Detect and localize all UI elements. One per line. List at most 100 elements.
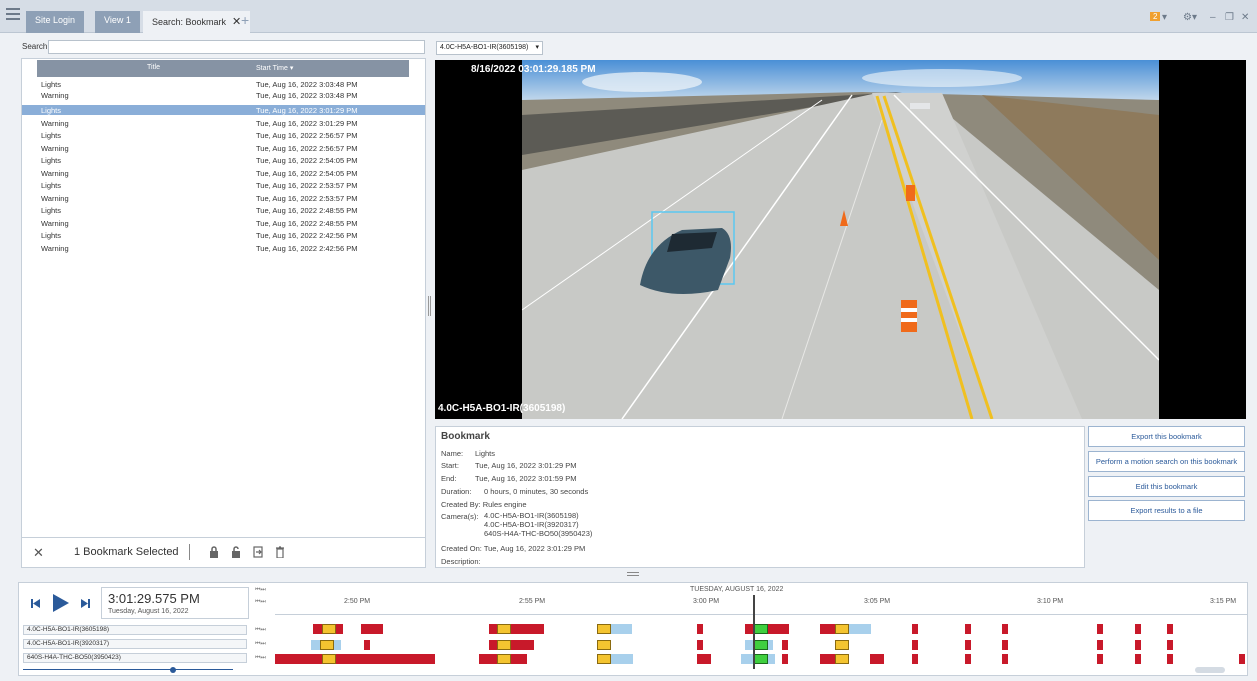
step-back-icon[interactable] bbox=[31, 599, 40, 608]
motion-event[interactable] bbox=[912, 654, 918, 664]
video-player[interactable]: 8/16/2022 03:01:29.185 PM 4.0C-H5A-BO1-I… bbox=[435, 60, 1246, 419]
motion-event[interactable] bbox=[611, 654, 633, 664]
motion-event[interactable] bbox=[697, 654, 711, 664]
timeline-scrollbar[interactable] bbox=[1195, 667, 1225, 673]
motion-event[interactable] bbox=[1135, 624, 1141, 634]
bookmark-event[interactable] bbox=[597, 624, 611, 634]
edit-bookmark-button[interactable]: Edit this bookmark bbox=[1088, 476, 1245, 497]
list-item[interactable]: Warning Tue, Aug 16, 2022 2:48:55 PM bbox=[22, 218, 425, 228]
list-item[interactable]: Lights Tue, Aug 16, 2022 2:42:56 PM bbox=[22, 230, 425, 240]
lock-icon[interactable] bbox=[209, 546, 219, 558]
skip-start-icon[interactable]: ⏮⏭ bbox=[255, 655, 266, 662]
skip-start-icon[interactable]: ⏮⏭ bbox=[255, 587, 266, 594]
hamburger-menu-icon[interactable] bbox=[6, 8, 20, 22]
motion-event[interactable] bbox=[1167, 624, 1173, 634]
restore-icon[interactable]: ❐ bbox=[1225, 12, 1234, 23]
bookmark-event[interactable] bbox=[835, 654, 849, 664]
motion-event[interactable] bbox=[489, 640, 534, 650]
play-icon[interactable] bbox=[53, 594, 69, 612]
clear-selection-icon[interactable]: ✕ bbox=[33, 545, 44, 561]
motion-event[interactable] bbox=[364, 640, 370, 650]
motion-event[interactable] bbox=[1097, 624, 1103, 634]
column-title[interactable]: Title bbox=[147, 64, 160, 71]
timeline-camera-label[interactable]: 640S-H4A-THC-BO50(3950423) bbox=[23, 653, 247, 663]
list-item[interactable]: Warning Tue, Aug 16, 2022 3:03:48 PM bbox=[22, 90, 425, 100]
motion-event[interactable] bbox=[697, 624, 703, 634]
bookmark-event[interactable] bbox=[835, 624, 849, 634]
list-item[interactable]: Warning Tue, Aug 16, 2022 2:42:56 PM bbox=[22, 243, 425, 253]
panel-splitter[interactable] bbox=[428, 296, 431, 316]
list-item-selected[interactable]: Lights Tue, Aug 16, 2022 3:01:29 PM bbox=[22, 105, 425, 115]
bookmark-event[interactable] bbox=[322, 624, 336, 634]
motion-event[interactable] bbox=[912, 624, 918, 634]
notification-badge[interactable]: 2 bbox=[1150, 12, 1161, 21]
list-item[interactable]: Warning Tue, Aug 16, 2022 2:54:05 PM bbox=[22, 168, 425, 178]
skip-start-icon[interactable]: ⏮⏭ bbox=[255, 599, 266, 606]
resize-grip-icon[interactable] bbox=[627, 572, 639, 576]
list-item[interactable]: Lights Tue, Aug 16, 2022 2:56:57 PM bbox=[22, 130, 425, 140]
motion-event[interactable] bbox=[1167, 654, 1173, 664]
bookmark-event[interactable] bbox=[497, 654, 511, 664]
motion-event[interactable] bbox=[782, 654, 788, 664]
tab-view-1[interactable]: View 1 bbox=[95, 11, 140, 33]
close-window-icon[interactable]: ✕ bbox=[1241, 12, 1249, 23]
motion-event[interactable] bbox=[1097, 640, 1103, 650]
timeline-camera-label[interactable]: 4.0C-H5A-BO1-IR(3605198) bbox=[23, 625, 247, 635]
skip-start-icon[interactable]: ⏮⏭ bbox=[255, 641, 266, 648]
motion-event[interactable] bbox=[965, 640, 971, 650]
bookmark-event[interactable] bbox=[835, 640, 849, 650]
export-results-button[interactable]: Export results to a file bbox=[1088, 500, 1245, 521]
motion-event[interactable] bbox=[1135, 654, 1141, 664]
bookmark-event[interactable] bbox=[497, 624, 511, 634]
bookmark-event[interactable] bbox=[597, 640, 611, 650]
timeline-camera-label[interactable]: 4.0C-H5A-BO1-IR(3920317) bbox=[23, 639, 247, 649]
unlock-icon[interactable] bbox=[231, 546, 241, 558]
close-tab-icon[interactable]: ✕ bbox=[232, 16, 241, 28]
list-item[interactable]: Lights Tue, Aug 16, 2022 2:54:05 PM bbox=[22, 155, 425, 165]
list-item[interactable]: Lights Tue, Aug 16, 2022 2:53:57 PM bbox=[22, 180, 425, 190]
motion-event[interactable] bbox=[849, 624, 871, 634]
motion-event[interactable] bbox=[1002, 624, 1008, 634]
bookmark-event[interactable] bbox=[322, 654, 336, 664]
tab-site-login[interactable]: Site Login bbox=[26, 11, 85, 33]
zoom-slider[interactable] bbox=[23, 667, 247, 673]
motion-event[interactable] bbox=[1002, 654, 1008, 664]
skip-start-icon[interactable]: ⏮⏭ bbox=[255, 627, 266, 634]
motion-event[interactable] bbox=[870, 654, 884, 664]
trash-icon[interactable] bbox=[275, 546, 285, 558]
current-bookmark-event[interactable] bbox=[754, 654, 768, 664]
motion-search-button[interactable]: Perform a motion search on this bookmark bbox=[1088, 451, 1245, 472]
bookmark-event[interactable] bbox=[497, 640, 511, 650]
current-bookmark-event[interactable] bbox=[754, 640, 768, 650]
bookmark-event[interactable] bbox=[597, 654, 611, 664]
motion-event[interactable] bbox=[1002, 640, 1008, 650]
notification-dropdown-icon[interactable]: ▾ bbox=[1162, 12, 1167, 23]
list-item[interactable]: Warning Tue, Aug 16, 2022 2:53:57 PM bbox=[22, 193, 425, 203]
tab-search-bookmark[interactable]: Search: Bookmark ✕ bbox=[143, 11, 251, 33]
list-item[interactable]: Lights Tue, Aug 16, 2022 3:03:48 PM bbox=[22, 79, 425, 89]
motion-event[interactable] bbox=[912, 640, 918, 650]
motion-event[interactable] bbox=[1239, 654, 1245, 664]
list-item[interactable]: Warning Tue, Aug 16, 2022 3:01:29 PM bbox=[22, 118, 425, 128]
timeline-area[interactable]: TUESDAY, AUGUST 16, 2022 2:50 PM 2:55 PM… bbox=[275, 583, 1247, 675]
export-bookmark-button[interactable]: Export this bookmark bbox=[1088, 426, 1245, 447]
motion-event[interactable] bbox=[1167, 640, 1173, 650]
motion-event[interactable] bbox=[697, 640, 703, 650]
camera-select[interactable]: 4.0C-H5A-BO1-IR(3605198) ▾ bbox=[436, 41, 543, 55]
bookmark-event[interactable] bbox=[320, 640, 334, 650]
gear-icon[interactable]: ⚙▾ bbox=[1183, 12, 1197, 23]
motion-event[interactable] bbox=[275, 654, 435, 664]
motion-event[interactable] bbox=[782, 640, 788, 650]
motion-event[interactable] bbox=[965, 624, 971, 634]
column-start-time[interactable]: Start Time ▾ bbox=[256, 64, 293, 72]
export-icon[interactable] bbox=[253, 546, 263, 558]
motion-event[interactable] bbox=[1097, 654, 1103, 664]
minimize-icon[interactable]: – bbox=[1210, 12, 1216, 23]
list-item[interactable]: Warning Tue, Aug 16, 2022 2:56:57 PM bbox=[22, 143, 425, 153]
search-input[interactable] bbox=[48, 40, 425, 54]
add-tab-icon[interactable]: + bbox=[241, 12, 249, 28]
list-item[interactable]: Lights Tue, Aug 16, 2022 2:48:55 PM bbox=[22, 205, 425, 215]
current-bookmark-event[interactable] bbox=[754, 624, 768, 634]
motion-event[interactable] bbox=[361, 624, 383, 634]
motion-event[interactable] bbox=[965, 654, 971, 664]
